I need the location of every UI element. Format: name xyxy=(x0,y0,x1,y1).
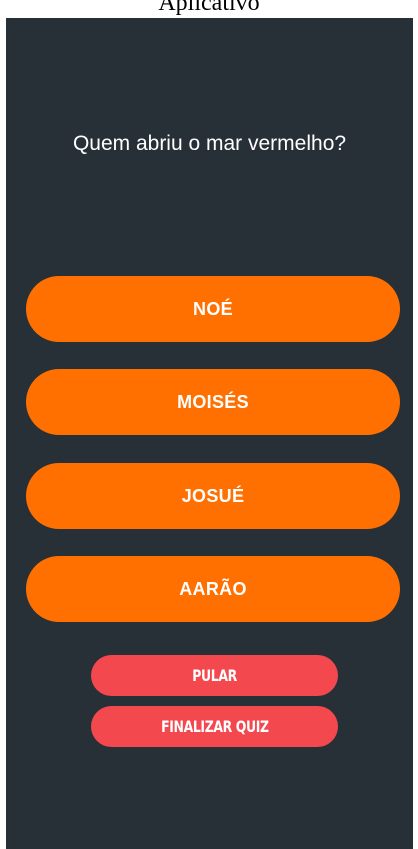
finish-quiz-button-label: FINALIZAR QUIZ xyxy=(160,717,269,736)
skip-button[interactable]: PULAR xyxy=(91,655,338,696)
window-caption: Aplicativo xyxy=(158,0,260,16)
question-text: Quem abriu o mar vermelho? xyxy=(72,132,347,155)
answer-button-2[interactable]: MOISÉS xyxy=(26,369,400,435)
finish-quiz-button[interactable]: FINALIZAR QUIZ xyxy=(91,706,338,747)
answer-button-1[interactable]: NOÉ xyxy=(26,276,400,342)
skip-button-label: PULAR xyxy=(192,666,237,685)
quiz-screen: Quem abriu o mar vermelho? NOÉ MOISÉS JO… xyxy=(6,18,413,849)
app-frame: Aplicativo Quem abriu o mar vermelho? NO… xyxy=(0,0,418,849)
answer-button-4[interactable]: AARÃO xyxy=(26,556,400,622)
answer-button-3[interactable]: JOSUÉ xyxy=(26,463,400,529)
